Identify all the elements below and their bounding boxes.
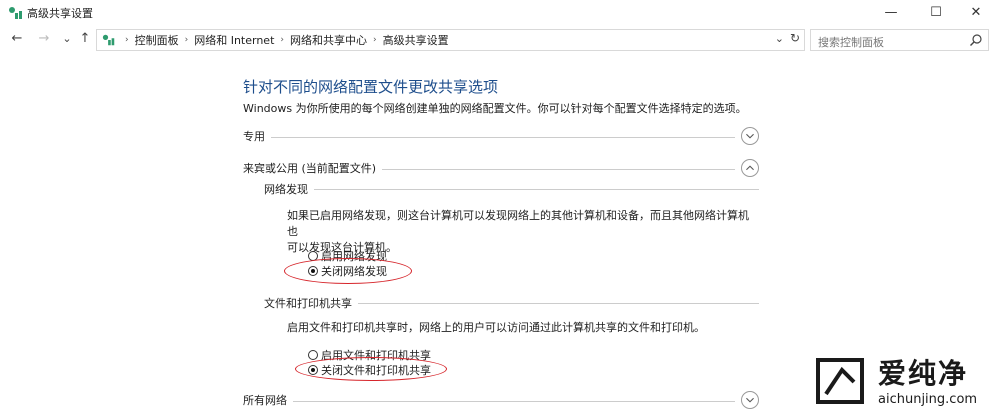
network-icon	[102, 34, 115, 46]
recent-locations-button[interactable]: ⌄	[58, 30, 76, 48]
breadcrumb-control-panel[interactable]: 控制面板	[135, 32, 179, 48]
chevron-up-icon[interactable]	[741, 159, 759, 177]
navigation-bar: ← → ⌄ ↑ › 控制面板 › 网络和 Internet › 网络和共享中心 …	[0, 27, 997, 53]
search-icon[interactable]	[969, 33, 983, 47]
breadcrumb-separator: ›	[373, 35, 377, 45]
watermark-text: 爱纯净	[878, 357, 969, 390]
description-line: 启用文件和打印机共享时，网络上的用户可以访问通过此计算机共享的文件和打印机。	[287, 321, 705, 334]
network-discovery-header: 网络发现	[264, 181, 759, 197]
page-title: 针对不同的网络配置文件更改共享选项	[243, 78, 499, 96]
file-printer-sharing-header: 文件和打印机共享	[264, 295, 759, 311]
network-discovery-heading: 网络发现	[264, 181, 314, 197]
chevron-down-icon[interactable]	[741, 391, 759, 409]
close-button[interactable]: ✕	[962, 3, 990, 23]
breadcrumb-separator: ›	[125, 35, 129, 45]
window-title: 高级共享设置	[27, 7, 93, 20]
search-placeholder: 搜索控制面板	[818, 36, 884, 49]
refresh-button[interactable]: ↻	[790, 31, 800, 45]
up-button[interactable]: ↑	[76, 30, 94, 48]
section-private[interactable]: 专用	[243, 127, 759, 146]
breadcrumb-network-internet[interactable]: 网络和 Internet	[194, 32, 274, 48]
divider	[243, 137, 735, 138]
minimize-button[interactable]: —	[877, 3, 905, 23]
network-icon	[9, 7, 22, 19]
section-guest-public[interactable]: 来宾或公用 (当前配置文件)	[243, 159, 759, 178]
radio-button[interactable]	[308, 350, 318, 360]
section-guest-label: 来宾或公用 (当前配置文件)	[243, 160, 383, 176]
title-bar: 高级共享设置 — ☐ ✕	[0, 0, 997, 26]
section-all-label: 所有网络	[243, 392, 293, 408]
red-annotation-ellipse	[295, 357, 447, 381]
breadcrumb-network-sharing-center[interactable]: 网络和共享中心	[290, 32, 367, 48]
watermark-url: aichunjing.com	[878, 392, 978, 407]
file-printer-sharing-description: 启用文件和打印机共享时，网络上的用户可以访问通过此计算机共享的文件和打印机。	[287, 320, 757, 336]
back-button[interactable]: ←	[8, 30, 26, 48]
red-annotation-ellipse	[284, 258, 412, 284]
maximize-button[interactable]: ☐	[922, 3, 950, 23]
divider	[243, 401, 735, 402]
section-private-label: 专用	[243, 128, 271, 144]
section-all-networks[interactable]: 所有网络	[243, 391, 759, 410]
breadcrumb-separator: ›	[280, 35, 285, 45]
forward-button[interactable]: →	[35, 30, 53, 48]
breadcrumb-advanced-sharing[interactable]: 高级共享设置	[383, 32, 449, 48]
watermark: 爱纯净 aichunjing.com	[808, 352, 993, 412]
file-printer-sharing-heading: 文件和打印机共享	[264, 295, 358, 311]
description-line: 如果已启用网络发现，则这台计算机可以发现网络上的其他计算机和设备，而且其他网络计…	[287, 209, 749, 238]
chevron-down-icon[interactable]: ⌄	[775, 32, 784, 45]
breadcrumb: › 控制面板 › 网络和 Internet › 网络和共享中心 › 高级共享设置	[119, 30, 449, 50]
page-description: Windows 为你所使用的每个网络创建单独的网络配置文件。你可以针对每个配置文…	[243, 102, 747, 115]
breadcrumb-separator: ›	[184, 35, 189, 45]
chevron-down-icon[interactable]	[741, 127, 759, 145]
divider	[264, 189, 759, 190]
search-input[interactable]: 搜索控制面板	[810, 29, 989, 51]
address-bar[interactable]: › 控制面板 › 网络和 Internet › 网络和共享中心 › 高级共享设置…	[96, 29, 805, 51]
watermark-logo-icon	[816, 358, 864, 404]
